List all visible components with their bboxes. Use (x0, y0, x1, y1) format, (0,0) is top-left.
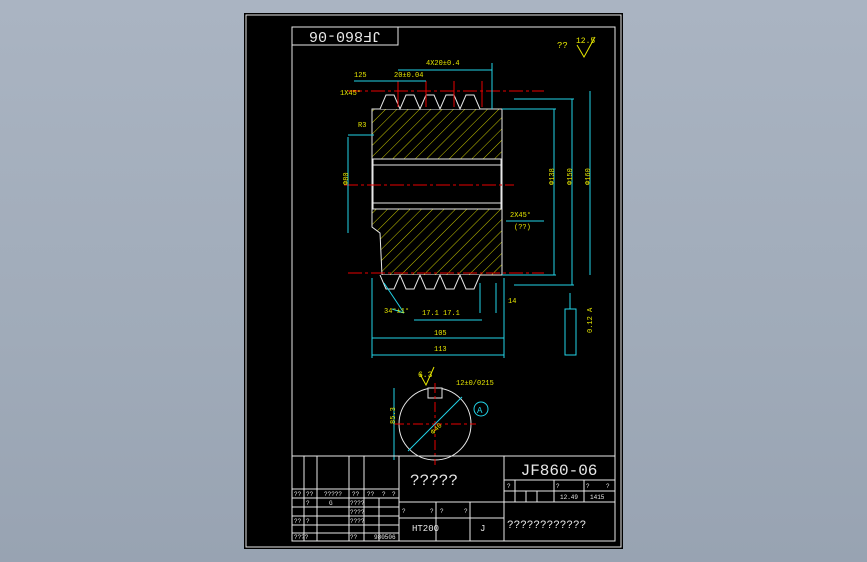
roughness-prefix: ?? (557, 41, 568, 51)
tb-r1-2: ? (586, 483, 590, 490)
keyway-width: 12±0/0215 (456, 380, 494, 388)
tb-l1-6: ? (392, 491, 396, 498)
dim-pitch: 20±0.04 (394, 72, 423, 80)
datum-label: A (477, 406, 483, 416)
dim-radius: R3 (358, 122, 366, 130)
dim-width-outer: 113 (434, 346, 447, 354)
tb-l2-2: ???? (350, 500, 365, 507)
drawing-sheet: JF860-06 ?? 12.5 4X20±0.4 20±0.04 125 1X… (244, 13, 623, 549)
tb-r1-0: ? (507, 483, 511, 490)
tb-l1-2: ????? (324, 491, 342, 498)
tb-l1-0: ?? (294, 491, 302, 498)
scale-mark: J (480, 524, 485, 534)
drawing-number: JF860-06 (521, 462, 598, 480)
tb-mq-3: ? (464, 508, 468, 515)
dim-root-dia: Φ138 (549, 168, 557, 185)
tb-mq-0: ? (402, 508, 406, 515)
dim-od1: Φ150 (567, 168, 575, 185)
tb-r2-1: 1415 (590, 494, 605, 501)
dim-root-width: 14 (508, 298, 516, 306)
dim-chamfer-right: 2X45° (510, 211, 531, 220)
dim-tooth-depth: 17.1 17.1 (422, 310, 460, 318)
gear-section (371, 94, 503, 290)
tb-r1-1: ? (556, 483, 560, 490)
dim-chamfer-note: (??) (514, 224, 531, 232)
dim-runout: 0.12 A (587, 307, 595, 333)
dim-bore: Φ80 (343, 172, 351, 185)
tb-l4-1: ? (306, 518, 310, 525)
tb-r2-0: 12.49 (560, 494, 578, 501)
dim-width-inner: 105 (434, 330, 447, 338)
dim-chamfer-left: 1X45° (340, 89, 361, 98)
tb-l2-0: ? (306, 500, 310, 507)
tb-l2-1: G (329, 500, 333, 507)
material: HT200 (412, 524, 439, 534)
tb-l5-1: ?? (350, 534, 358, 541)
cad-drawing: JF860-06 ?? 12.5 4X20±0.4 20±0.04 125 1X… (245, 14, 622, 548)
tb-l1-3: ?? (352, 491, 360, 498)
dim-left-offset: 125 (354, 72, 367, 80)
tb-l5-2: 980506 (374, 534, 396, 541)
keyway-dia: Φ40 (430, 422, 445, 437)
keyway-roughness: 6.3 (418, 371, 433, 380)
tb-l4-0: ?? (294, 518, 302, 525)
tb-l1-5: ? (382, 491, 386, 498)
dim-pitch-total: 4X20±0.4 (426, 60, 460, 68)
tb-l1-1: ?? (306, 491, 314, 498)
tb-mq-1: ? (430, 508, 434, 515)
tb-mq-2: ? (440, 508, 444, 515)
tb-r1-3: ? (606, 483, 610, 490)
tb-l3-0: ???? (350, 509, 365, 516)
tb-l3-1: ???? (350, 518, 365, 525)
keyway-detail: 6.3 12±0/0215 85.3 Φ40 A (390, 366, 494, 465)
company-name: ???????????? (507, 520, 586, 532)
tb-l1-4: ?? (367, 491, 375, 498)
dim-od2: Φ160 (585, 168, 593, 185)
tb-l5-0: ???? (294, 534, 309, 541)
stamp-code: JF860-06 (309, 27, 381, 44)
part-name: ????? (410, 472, 458, 490)
keyway-depth: 85.3 (390, 407, 398, 424)
dim-thread-angle: 34°±1° (384, 307, 409, 316)
